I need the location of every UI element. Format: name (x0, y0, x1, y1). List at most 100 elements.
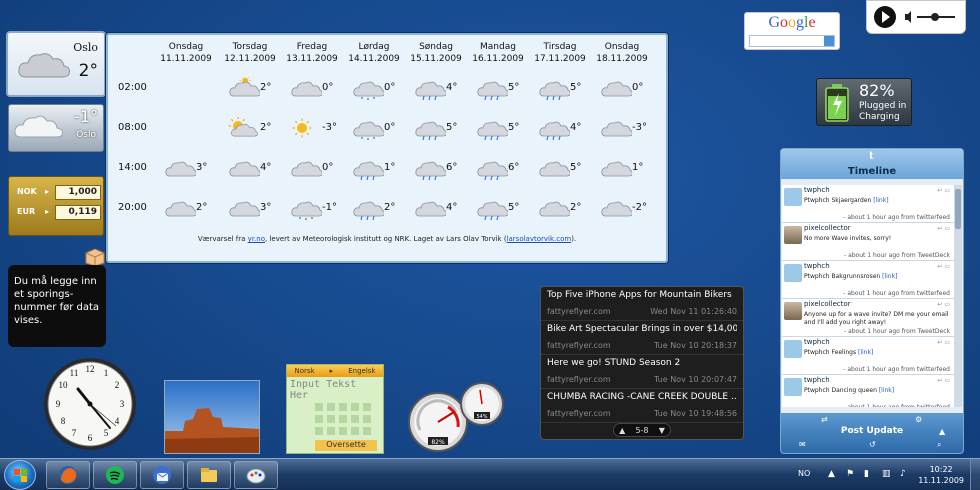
tweet-meta: - about 1 hour ago from twitterfeed (843, 366, 950, 373)
feed-item[interactable]: Top Five iPhone Apps for Mountain Bikers… (541, 287, 743, 321)
taskbar-app-button[interactable] (140, 461, 184, 489)
feed-headline[interactable]: Bike Art Spectacular Brings in over $14,… (547, 324, 737, 334)
prev-page-icon[interactable]: ▲ (619, 426, 625, 435)
reply-retweet-icon[interactable]: ↩ ▭ (937, 339, 950, 346)
translate-button[interactable]: Oversette (315, 440, 377, 451)
feed-item[interactable]: CHUMBA RACING -CANE CREEK DOUBLE ... fatt… (541, 389, 743, 423)
feed-headline[interactable]: Top Five iPhone Apps for Mountain Bikers (547, 290, 737, 300)
tweet-item[interactable]: twphch ↩ ▭ Ptwphch Bakgrunnsrosen [link] - … (782, 261, 954, 299)
feed-source: fattyreflyer.com (547, 341, 611, 350)
tweet-item[interactable]: pixelcollector ↩ ▭ Anyone up for a wave in… (782, 299, 954, 337)
tweet-link[interactable]: [link] (873, 197, 888, 204)
tweet-user[interactable]: twphch (804, 262, 830, 270)
yr-link[interactable]: yr.no (248, 235, 265, 243)
tweet-item[interactable]: twphch ↩ ▭ Ptwphch Feelings [link] - about … (782, 337, 954, 375)
tweet-item[interactable]: twphch ↩ ▭ Ptwphch Skjaergarden [link] - ab… (782, 185, 954, 223)
reply-retweet-icon[interactable]: ↩ ▭ (937, 187, 950, 194)
swap-arrow-icon[interactable]: ▸ (330, 367, 334, 375)
google-search-gadget[interactable]: Google (744, 12, 840, 50)
analog-clock[interactable]: 12 12 345 678 91011 (42, 356, 138, 452)
tweet-user[interactable]: pixelcollector (804, 224, 851, 232)
avatar[interactable] (784, 302, 802, 320)
weather-gadget-small[interactable]: Oslo 2° (6, 31, 106, 97)
slideshow-gadget[interactable] (164, 380, 260, 454)
dropdown-arrow-icon[interactable]: ▸ (45, 207, 49, 216)
play-button[interactable] (874, 6, 896, 28)
twitter-gadget[interactable]: t Timeline twphch ↩ ▭ Ptwphch Skjaergarden… (780, 148, 964, 454)
tweet-user[interactable]: twphch (804, 376, 830, 384)
language-indicator[interactable]: NO (798, 469, 810, 478)
currency-code[interactable]: NOK (17, 187, 37, 196)
rss-feed-gadget[interactable]: Top Five iPhone Apps for Mountain Bikers… (540, 286, 744, 440)
tweet-meta: - about 1 hour ago from twitterfeed (843, 290, 950, 297)
media-player-gadget[interactable] (866, 0, 966, 34)
forecast-cell: 4° (414, 77, 476, 101)
weather-forecast-gadget[interactable]: Onsdag 11.11.2009 Torsdag 12.11.2009 Fredag 1… (106, 33, 668, 263)
reply-retweet-icon[interactable]: ↩ ▭ (937, 263, 950, 270)
scrollbar-thumb[interactable] (955, 189, 961, 229)
weather-temp: -1° (74, 107, 98, 126)
currency-converter-gadget[interactable]: NOK ▸ 1,000 EUR ▸ 0,119 (8, 176, 104, 236)
refresh-icon[interactable]: ⇄ (821, 415, 828, 424)
network-icon[interactable]: ▥ (882, 469, 891, 479)
cpu-meter-gadget[interactable]: 82% 54% (408, 382, 506, 452)
tweet-user[interactable]: twphch (804, 186, 830, 194)
reply-retweet-icon[interactable]: ↩ ▭ (937, 301, 950, 308)
tweet-user[interactable]: twphch (804, 338, 830, 346)
dropdown-arrow-icon[interactable]: ▸ (45, 187, 49, 196)
show-desktop-button[interactable] (970, 459, 980, 490)
feed-headline[interactable]: Here we go! STUND Season 2 (547, 358, 737, 368)
target-language[interactable]: Engelsk (348, 367, 375, 375)
avatar[interactable] (784, 378, 802, 396)
settings-icon[interactable]: ⚙ (915, 415, 922, 424)
start-button[interactable] (4, 460, 36, 490)
battery-gadget[interactable]: 82% Plugged in Charging (816, 78, 912, 126)
translate-input[interactable]: Input Tekst Her (287, 377, 383, 403)
tweet-link[interactable]: [link] (858, 349, 873, 356)
avatar[interactable] (784, 340, 802, 358)
taskbar-clock[interactable]: 10:22 11.11.2009 (918, 464, 964, 486)
avatar[interactable] (784, 188, 802, 206)
tweet-user[interactable]: pixelcollector (804, 300, 851, 308)
currency-value-input[interactable]: 0,119 (55, 205, 101, 220)
twitter-title[interactable]: Timeline (781, 166, 963, 177)
tweet-item[interactable]: pixelcollector ↩ ▭ No more Wave invites, s… (782, 223, 954, 261)
tweet-item[interactable]: twphch ↩ ▭ Ptwphch Dancing queen [link] - a… (782, 375, 954, 407)
post-update-button[interactable]: Post Update (781, 426, 963, 436)
currency-value-input[interactable]: 1,000 (55, 185, 101, 200)
reply-retweet-icon[interactable]: ↩ ▭ (937, 377, 950, 384)
tracking-note-gadget[interactable]: Du må legge inn et sporings-nummer før d… (8, 265, 106, 347)
volume-icon[interactable]: ♪ (900, 469, 906, 479)
avatar[interactable] (784, 264, 802, 282)
google-search-input[interactable] (749, 35, 835, 47)
tweet-link[interactable]: [link] (879, 387, 894, 394)
feed-item[interactable]: Here we go! STUND Season 2 fattyreflyer.c… (541, 355, 743, 389)
reply-retweet-icon[interactable]: ↩ ▭ (937, 225, 950, 232)
power-icon[interactable]: ▮ (864, 469, 869, 479)
avatar[interactable] (784, 226, 802, 244)
taskbar-app-button[interactable] (234, 461, 278, 489)
feed-headline[interactable]: CHUMBA RACING -CANE CREEK DOUBLE ... (547, 392, 737, 402)
translator-gadget[interactable]: Norsk ▸ Engelsk Input Tekst Her Oversett… (286, 364, 384, 454)
forecast-temp: 5° (570, 162, 582, 173)
reply-icon[interactable]: ✉ (799, 440, 806, 449)
tray-arrow-icon[interactable]: ▲ (828, 469, 835, 479)
search-icon[interactable]: ⌕ (937, 440, 941, 450)
author-link[interactable]: larsolavtorvik.com (507, 235, 572, 243)
taskbar-app-button[interactable] (46, 461, 90, 489)
forecast-cell: -3° (290, 117, 352, 139)
tweet-link[interactable]: [link] (882, 273, 897, 280)
source-language[interactable]: Norsk (295, 367, 315, 375)
taskbar-app-button[interactable] (93, 461, 137, 489)
scrollbar[interactable] (954, 185, 962, 407)
up-arrow-icon[interactable]: ▲ (939, 427, 945, 436)
action-center-icon[interactable]: ⚑ (846, 469, 854, 479)
next-page-icon[interactable]: ▼ (659, 426, 665, 435)
search-icon[interactable] (824, 36, 834, 46)
retweet-icon[interactable]: ↺ (869, 440, 876, 449)
taskbar-app-button[interactable] (187, 461, 231, 489)
weather-gadget-small-2[interactable]: -1° Oslo (8, 104, 104, 152)
feed-item[interactable]: Bike Art Spectacular Brings in over $14,… (541, 321, 743, 355)
currency-code[interactable]: EUR (17, 207, 35, 216)
forecast-cell: 4° (538, 117, 600, 141)
